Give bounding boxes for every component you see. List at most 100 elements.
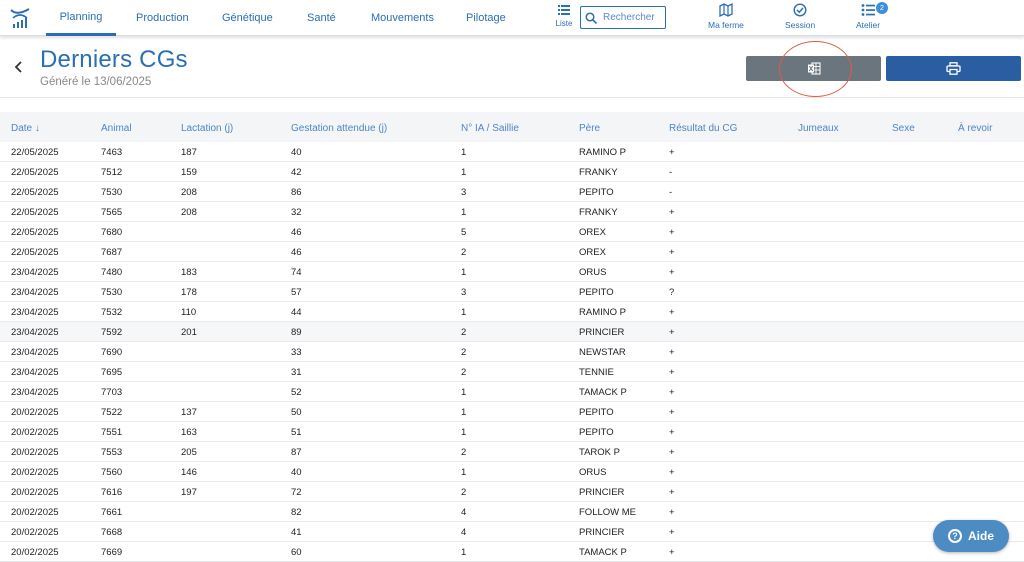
column-header-gestation[interactable]: Gestation attendue (j)	[291, 123, 387, 134]
cell-date: 20/02/2025	[11, 447, 59, 458]
list-icon	[558, 5, 570, 15]
cell-ia-saillie: 2	[461, 487, 467, 498]
table-row[interactable]: 23/04/2025 7703 52 1 TAMACK P +	[0, 382, 1024, 402]
ma-ferme-button[interactable]: Ma ferme	[708, 3, 744, 30]
column-header-jumeaux[interactable]: Jumeaux	[798, 123, 839, 134]
page-header: Derniers CGs Généré le 13/06/2025	[0, 36, 1024, 98]
cell-animal: 7616	[101, 487, 123, 498]
cell-ia-saillie: 1	[461, 387, 467, 398]
cell-ia-saillie: 2	[461, 327, 467, 338]
column-header-sexe[interactable]: Sexe	[892, 123, 915, 134]
cell-resultat: +	[669, 207, 675, 218]
table-row[interactable]: 23/04/2025 7592 201 89 2 PRINCIER +	[0, 322, 1024, 342]
app-logo-icon[interactable]	[0, 0, 40, 36]
table-row[interactable]: 20/02/2025 7661 82 4 FOLLOW ME +	[0, 502, 1024, 522]
cell-lactation: 187	[181, 147, 197, 158]
table-row[interactable]: 22/05/2025 7463 187 40 1 RAMINO P +	[0, 142, 1024, 162]
page-subtitle: Généré le 13/06/2025	[40, 76, 152, 88]
cell-pere: PEPITO	[579, 407, 614, 418]
tab-label: Pilotage	[466, 12, 506, 24]
column-header-date[interactable]: Date ↓	[11, 123, 40, 134]
liste-button[interactable]: Liste	[552, 4, 576, 32]
cell-date: 23/04/2025	[11, 367, 59, 378]
cell-date: 22/05/2025	[11, 247, 59, 258]
map-icon	[719, 3, 733, 17]
tab-planning[interactable]: Planning	[46, 0, 116, 36]
cell-lactation: 205	[181, 447, 197, 458]
cell-resultat: +	[669, 547, 675, 558]
help-button[interactable]: ? Aide	[933, 520, 1009, 552]
column-header-ia-saillie[interactable]: N° IA / Saillie	[461, 123, 519, 134]
table-row[interactable]: 23/04/2025 7532 110 44 1 RAMINO P +	[0, 302, 1024, 322]
excel-icon	[807, 62, 821, 75]
cell-gestation: 40	[291, 147, 302, 158]
column-header-animal[interactable]: Animal	[101, 123, 132, 134]
back-chevron-icon[interactable]	[14, 60, 24, 78]
export-excel-button[interactable]	[746, 56, 881, 81]
cell-ia-saillie: 3	[461, 287, 467, 298]
table-row[interactable]: 20/02/2025 7522 137 50 1 PEPITO +	[0, 402, 1024, 422]
cell-pere: FRANKY	[579, 207, 618, 218]
cell-ia-saillie: 1	[461, 547, 467, 558]
table-row[interactable]: 20/02/2025 7616 197 72 2 PRINCIER +	[0, 482, 1024, 502]
session-label: Session	[785, 20, 816, 30]
tab-sante[interactable]: Santé	[307, 0, 336, 36]
session-button[interactable]: Session	[785, 3, 815, 30]
cell-date: 22/05/2025	[11, 227, 59, 238]
cell-resultat: -	[669, 167, 673, 178]
cell-resultat: +	[669, 247, 675, 258]
cell-ia-saillie: 1	[461, 407, 467, 418]
cell-lactation: 208	[181, 207, 197, 218]
cell-date: 23/04/2025	[11, 307, 59, 318]
print-button[interactable]	[886, 56, 1021, 81]
cell-pere: TAMACK P	[579, 387, 627, 398]
cell-lactation: 146	[181, 467, 197, 478]
cell-resultat: +	[669, 407, 675, 418]
cell-animal: 7553	[101, 447, 123, 458]
cell-ia-saillie: 1	[461, 147, 467, 158]
tab-label: Santé	[307, 12, 336, 24]
column-header-pere[interactable]: Père	[579, 123, 600, 134]
cell-pere: PRINCIER	[579, 527, 625, 538]
table-row[interactable]: 20/02/2025 7669 60 1 TAMACK P +	[0, 542, 1024, 562]
tab-label: Génétique	[222, 12, 273, 24]
table-row[interactable]: 22/05/2025 7512 159 42 1 FRANKY -	[0, 162, 1024, 182]
table-row[interactable]: 22/05/2025 7530 208 86 3 PEPITO -	[0, 182, 1024, 202]
cell-date: 22/05/2025	[11, 187, 59, 198]
cell-gestation: 31	[291, 367, 302, 378]
cell-resultat: -	[669, 187, 673, 198]
table-row[interactable]: 22/05/2025 7687 46 2 OREX +	[0, 242, 1024, 262]
atelier-button[interactable]: 2 Atelier	[856, 2, 888, 30]
search-input[interactable]: Rechercher	[580, 6, 666, 29]
cell-animal: 7560	[101, 467, 123, 478]
table-row[interactable]: 20/02/2025 7551 163 51 1 PEPITO +	[0, 422, 1024, 442]
table-row[interactable]: 23/04/2025 7695 31 2 TENNIE +	[0, 362, 1024, 382]
cell-gestation: 74	[291, 267, 302, 278]
tab-mouvements[interactable]: Mouvements	[371, 0, 434, 36]
cell-animal: 7668	[101, 527, 123, 538]
tab-genetique[interactable]: Génétique	[222, 0, 273, 36]
table-row[interactable]: 23/04/2025 7690 33 2 NEWSTAR +	[0, 342, 1024, 362]
table-row[interactable]: 22/05/2025 7680 46 5 OREX +	[0, 222, 1024, 242]
cell-lactation: 159	[181, 167, 197, 178]
cell-gestation: 72	[291, 487, 302, 498]
table-row[interactable]: 20/02/2025 7560 146 40 1 ORUS +	[0, 462, 1024, 482]
table-row[interactable]: 20/02/2025 7668 41 4 PRINCIER +	[0, 522, 1024, 542]
cell-resultat: +	[669, 487, 675, 498]
atelier-badge: 2	[876, 2, 888, 14]
column-header-a-revoir[interactable]: À revoir	[958, 123, 992, 134]
tab-production[interactable]: Production	[136, 0, 189, 36]
cell-gestation: 40	[291, 467, 302, 478]
cell-resultat: +	[669, 347, 675, 358]
column-header-lactation[interactable]: Lactation (j)	[181, 123, 233, 134]
cell-ia-saillie: 2	[461, 367, 467, 378]
cell-resultat: +	[669, 227, 675, 238]
cell-animal: 7703	[101, 387, 123, 398]
table-row[interactable]: 20/02/2025 7553 205 87 2 TAROK P +	[0, 442, 1024, 462]
cell-pere: PEPITO	[579, 427, 614, 438]
table-row[interactable]: 22/05/2025 7565 208 32 1 FRANKY +	[0, 202, 1024, 222]
tab-pilotage[interactable]: Pilotage	[466, 0, 506, 36]
table-row[interactable]: 23/04/2025 7530 178 57 3 PEPITO?	[0, 282, 1024, 302]
table-row[interactable]: 23/04/2025 7480 183 74 1 ORUS +	[0, 262, 1024, 282]
column-header-resultat[interactable]: Résultat du CG	[669, 123, 737, 134]
